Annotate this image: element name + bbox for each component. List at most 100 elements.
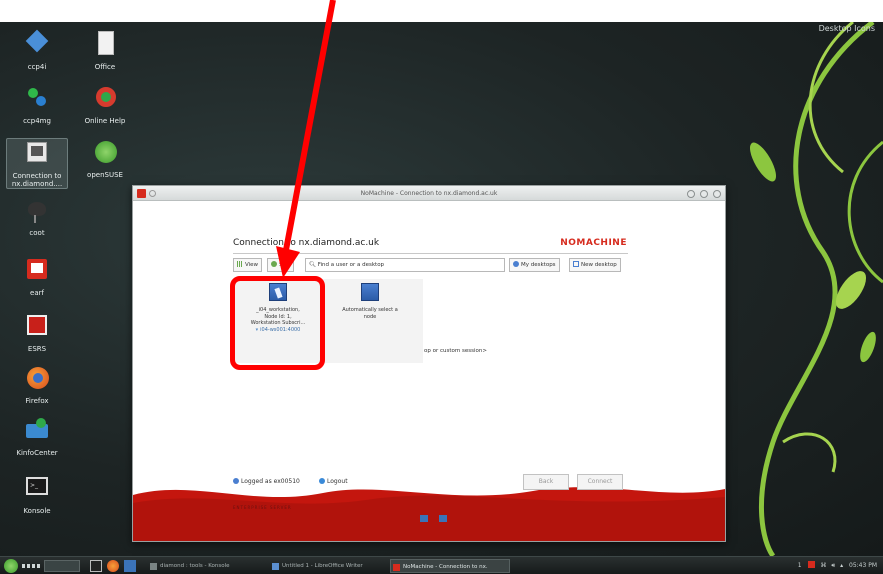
vine-wallpaper-art — [750, 22, 883, 556]
desktop-icon-label: ESRS — [27, 345, 47, 353]
sort-button[interactable]: Sort — [267, 258, 295, 272]
writer-icon — [272, 563, 279, 570]
quicklaunch-files-icon[interactable] — [124, 560, 136, 572]
toolbar: View Sort 🔍︎ Find a user or a desktop My… — [233, 258, 628, 272]
nomachine-icon — [22, 139, 52, 169]
desktop-icon-label: KinfoCenter — [16, 449, 58, 457]
task-libreoffice[interactable]: Untitled 1 - LibreOffice Writer — [270, 559, 388, 573]
desktop-icon-label: Firefox — [25, 397, 49, 405]
taskbar: diamond : tools - Konsole Untitled 1 - L… — [0, 556, 883, 574]
my-desktops-label: My desktops — [521, 262, 556, 268]
lifebuoy-icon — [90, 84, 120, 114]
maximize-button[interactable] — [700, 190, 709, 198]
tray-page-number[interactable]: 1 — [798, 562, 802, 569]
desktop-icon-label: ccp4mg — [23, 117, 51, 125]
task-label: NoMachine - Connection to nx. — [403, 564, 488, 570]
terminal-icon: >_ — [22, 474, 52, 504]
firefox-icon — [22, 364, 52, 394]
activity-switcher-icon[interactable] — [22, 564, 40, 568]
top-margin — [0, 0, 883, 22]
user-icon — [233, 478, 239, 484]
tray-expand-icon[interactable]: ▴ — [840, 562, 843, 569]
desktop-icon-ccp4mg[interactable]: ccp4mg — [6, 84, 68, 125]
logged-as-text: Logged as ex00510 — [241, 478, 300, 485]
custom-session-link[interactable]: op or custom session> — [424, 348, 487, 354]
task-nomachine[interactable]: NoMachine - Connection to nx. — [390, 559, 510, 573]
terminal-icon — [150, 563, 157, 570]
desktop-icon-firefox[interactable]: Firefox — [6, 364, 68, 405]
molecule-icon — [22, 84, 52, 114]
desktop-icon-label: ccp4i — [27, 63, 47, 71]
auto-select-icon — [361, 283, 379, 301]
desktop-icon-earf[interactable]: earf — [6, 256, 68, 297]
tray-network-icon[interactable]: ⌘︎ — [820, 562, 826, 569]
desktop-icon-office[interactable]: Office — [74, 30, 136, 71]
desktop-icon-label: Office — [94, 63, 116, 71]
new-desktop-label: New desktop — [581, 262, 617, 268]
quicklaunch-firefox-icon[interactable] — [107, 560, 119, 572]
ccp4i-icon — [22, 29, 52, 60]
back-button[interactable]: Back — [523, 474, 569, 490]
search-icon: 🔍︎ — [309, 262, 316, 268]
desktop-icon-esrs[interactable]: ESRS — [6, 312, 68, 353]
window-title: NoMachine - Connection to nx.diamond.ac.… — [360, 190, 498, 197]
start-menu-icon[interactable] — [4, 559, 18, 573]
logout-icon — [319, 478, 325, 484]
my-desktops-button[interactable]: My desktops — [509, 258, 560, 272]
task-label: diamond : tools - Konsole — [160, 563, 230, 569]
opensuse-icon — [90, 138, 120, 168]
sort-label: Sort — [279, 262, 291, 268]
system-tray: 1 ⌘︎ 🔊︎ ▴ 05:43 PM — [798, 559, 877, 573]
desktop-pager[interactable] — [44, 560, 80, 572]
grid-icon — [237, 261, 243, 267]
esrs-icon — [22, 312, 52, 342]
footer-icons — [420, 507, 448, 526]
desktop-icon-label: earf — [30, 289, 44, 297]
desktop-tile-auto-select[interactable]: Automatically select a node — [325, 279, 415, 363]
new-desktop-button[interactable]: New desktop — [569, 258, 621, 272]
desktop-icon-label: coot — [29, 229, 45, 237]
desktop-icon-opensuse[interactable]: openSUSE — [74, 138, 136, 179]
desktop-icon-ccp4i[interactable]: ccp4i — [6, 29, 68, 71]
desktop-icon-coot[interactable]: coot — [6, 196, 68, 237]
desktop-icon-connection[interactable]: Connection to nx.diamond.... — [6, 138, 68, 189]
sort-icon — [271, 261, 277, 267]
tile-name-line-2: node — [363, 313, 377, 320]
new-desktop-icon — [573, 261, 579, 267]
bird-icon — [22, 196, 52, 226]
desktop-icons-label[interactable]: Desktop Icons — [819, 24, 875, 33]
close-button[interactable] — [713, 190, 721, 198]
desktop-icon-label: openSUSE — [87, 171, 123, 179]
connection-title: Connection to nx.diamond.ac.uk — [233, 238, 380, 248]
nomachine-app-icon — [137, 189, 146, 198]
logout-label: Logout — [327, 478, 348, 485]
window-menu-icon[interactable] — [149, 190, 156, 197]
desktop-icon-online-help[interactable]: Online Help — [74, 84, 136, 125]
annotation-highlight-box — [230, 276, 325, 370]
tray-clock[interactable]: 05:43 PM — [849, 562, 877, 569]
minimize-button[interactable] — [687, 190, 696, 198]
view-label: View — [245, 262, 259, 268]
search-placeholder: Find a user or a desktop — [317, 262, 385, 268]
earf-icon — [22, 256, 52, 286]
user-icon — [513, 261, 519, 267]
window-titlebar[interactable]: NoMachine - Connection to nx.diamond.ac.… — [133, 186, 725, 201]
window-body: Connection to nx.diamond.ac.uk NOMACHINE… — [133, 201, 725, 541]
search-input[interactable]: 🔍︎ Find a user or a desktop — [305, 258, 505, 272]
tray-volume-icon[interactable]: 🔊︎ — [831, 562, 835, 569]
tray-nomachine-icon[interactable] — [807, 561, 815, 568]
task-konsole[interactable]: diamond : tools - Konsole — [148, 559, 273, 573]
desktop-icon-label: Konsole — [23, 507, 51, 515]
nomachine-logo: NOMACHINE — [560, 238, 627, 248]
desktop-icon-konsole[interactable]: >_ Konsole — [6, 474, 68, 515]
desktop-icon-label: Online Help — [84, 117, 126, 125]
task-label: Untitled 1 - LibreOffice Writer — [282, 563, 363, 569]
divider — [233, 253, 628, 254]
view-button[interactable]: View — [233, 258, 263, 272]
connect-button[interactable]: Connect — [577, 474, 623, 490]
quicklaunch-terminal-icon[interactable] — [90, 560, 102, 572]
monitor-icon — [420, 515, 428, 522]
logout-link[interactable]: Logout — [319, 478, 348, 485]
desktop-icon-kinfocenter[interactable]: KinfoCenter — [6, 416, 68, 457]
document-icon — [90, 30, 120, 60]
